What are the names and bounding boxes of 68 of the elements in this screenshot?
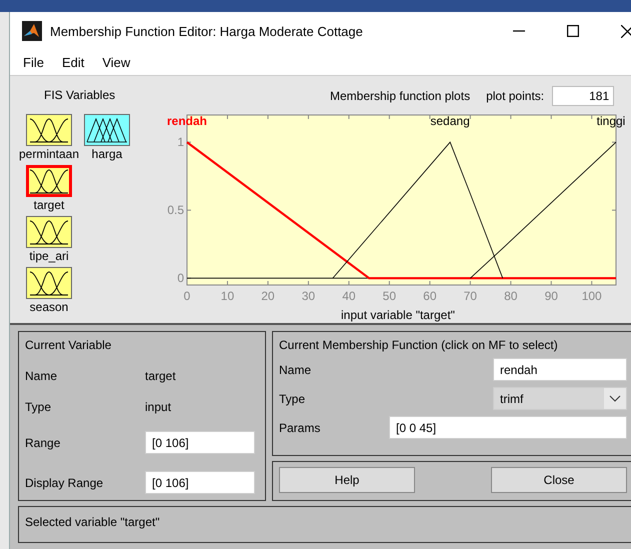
tick-label: 100 <box>582 289 602 303</box>
mf-name-field[interactable]: rendah <box>493 358 627 381</box>
window-title: Membership Function Editor: Harga Moderate Cottage <box>50 24 364 38</box>
app-icon <box>22 21 42 41</box>
variable-button[interactable] <box>26 216 72 248</box>
field-label: Name <box>25 369 58 383</box>
dialog-button[interactable]: Close <box>491 467 627 493</box>
variable-label: harga <box>92 147 122 163</box>
plot-points-field[interactable]: 181 <box>552 86 614 106</box>
variable-label: permintaan <box>18 147 80 163</box>
display-range-field[interactable]: [0 106] <box>145 471 255 494</box>
tick-label: 70 <box>464 289 477 303</box>
variable-label: season <box>30 300 68 316</box>
maximize-icon <box>567 25 579 37</box>
range-field[interactable]: [0 106] <box>145 431 255 454</box>
menu-item[interactable]: View <box>93 55 140 70</box>
tick-label: 1 <box>177 135 184 150</box>
variable-button[interactable] <box>26 165 72 197</box>
membership-curve[interactable] <box>186 141 616 280</box>
variable-button[interactable] <box>84 114 130 146</box>
minimize-icon <box>513 30 525 32</box>
mf-params-field[interactable]: [0 0 45] <box>389 416 627 439</box>
variable-label: tipe_ari <box>29 249 69 265</box>
panel-title: Current Membership Function (click on MF to select) <box>279 338 559 352</box>
curve-label: tinggi <box>596 114 626 128</box>
menu-item[interactable]: Edit <box>52 55 94 70</box>
field-label: Type <box>279 392 306 406</box>
bell-curves-icon <box>29 168 69 194</box>
panel-title: Current Variable <box>25 338 112 352</box>
panel-title: FIS Variables <box>44 88 116 102</box>
chevron-icon <box>604 388 626 409</box>
close-icon <box>620 24 631 38</box>
tick-label: 0 <box>184 289 190 303</box>
status-text: Selected variable "target" <box>25 515 160 529</box>
variable-type: input <box>145 400 172 414</box>
dialog-button[interactable]: Help <box>279 467 415 493</box>
bell-curves-icon <box>29 270 69 296</box>
tick-label: 0.5 <box>167 203 184 218</box>
field-label: Params <box>279 420 320 434</box>
field-label: plot points: <box>486 89 544 103</box>
membership-curve[interactable] <box>470 142 616 279</box>
variable-button[interactable] <box>26 267 72 299</box>
membership-curve[interactable] <box>332 141 504 279</box>
field-label: Name <box>279 362 312 376</box>
axis-label: input variable "target" <box>341 308 455 322</box>
tick-label: 80 <box>504 289 518 303</box>
tick-label: 40 <box>342 289 356 303</box>
bell-curves-icon <box>29 219 69 245</box>
variable-button[interactable] <box>26 114 72 146</box>
tick-label: 30 <box>302 289 316 303</box>
menu-item[interactable]: File <box>14 55 53 70</box>
triangles-icon <box>86 117 128 143</box>
variable-name: target <box>145 369 177 383</box>
curve-label: rendah <box>167 114 207 128</box>
tick-label: 60 <box>423 289 436 303</box>
mf-type-dropdown[interactable]: trimf <box>493 387 627 410</box>
tick-label: 50 <box>382 289 396 303</box>
plot-title: Membership function plots <box>330 89 470 103</box>
tick-label: 20 <box>261 289 275 303</box>
curve-label: sedang <box>430 114 470 128</box>
tick-label: 10 <box>220 289 234 303</box>
bell-curves-icon <box>29 117 69 143</box>
tick-label: 0 <box>177 271 184 286</box>
field-label: Display Range <box>25 476 104 490</box>
field-label: Type <box>25 400 52 414</box>
variable-label: target <box>34 198 64 214</box>
tick-label: 90 <box>544 289 558 303</box>
field-label: Range <box>25 436 62 450</box>
